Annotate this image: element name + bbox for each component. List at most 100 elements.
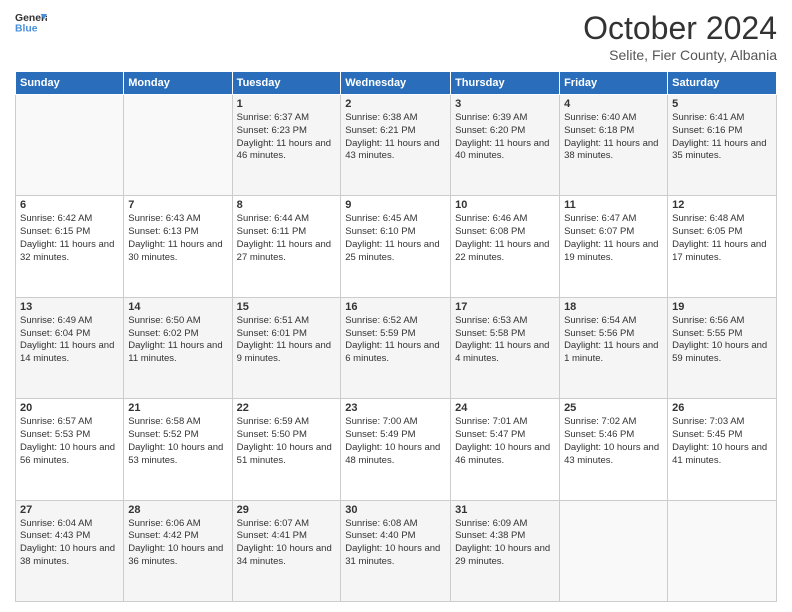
day-number: 14 xyxy=(128,301,227,313)
calendar-cell: 11 Sunrise: 6:47 AM Sunset: 6:07 PM Dayli… xyxy=(560,196,668,297)
week-row-2: 6 Sunrise: 6:42 AM Sunset: 6:15 PM Daylig… xyxy=(16,196,777,297)
page: General Blue October 2024 Selite, Fier C… xyxy=(0,0,792,612)
day-number: 17 xyxy=(455,301,555,313)
day-number: 6 xyxy=(20,199,119,211)
month-title: October 2024 xyxy=(583,10,777,47)
day-header-thursday: Thursday xyxy=(451,72,560,95)
day-number: 16 xyxy=(345,301,446,313)
day-number: 7 xyxy=(128,199,227,211)
calendar-cell xyxy=(668,500,777,601)
svg-text:Blue: Blue xyxy=(15,24,38,35)
day-info: Sunrise: 6:07 AM Sunset: 4:41 PM Dayligh… xyxy=(237,518,337,569)
day-info: Sunrise: 6:53 AM Sunset: 5:58 PM Dayligh… xyxy=(455,315,555,366)
day-number: 27 xyxy=(20,504,119,516)
day-number: 18 xyxy=(564,301,663,313)
calendar-cell: 7 Sunrise: 6:43 AM Sunset: 6:13 PM Daylig… xyxy=(124,196,232,297)
day-info: Sunrise: 7:02 AM Sunset: 5:46 PM Dayligh… xyxy=(564,416,663,467)
calendar-cell: 8Sunrise: 6:44 AM Sunset: 6:11 PM Daylig… xyxy=(232,196,341,297)
calendar-cell xyxy=(16,95,124,196)
calendar-cell: 30Sunrise: 6:08 AM Sunset: 4:40 PM Dayli… xyxy=(341,500,451,601)
day-number: 21 xyxy=(128,402,227,414)
day-number: 31 xyxy=(455,504,555,516)
calendar-cell: 28Sunrise: 6:06 AM Sunset: 4:42 PM Dayli… xyxy=(124,500,232,601)
day-info: Sunrise: 6:44 AM Sunset: 6:11 PM Dayligh… xyxy=(237,213,337,264)
day-info: Sunrise: 6:47 AM Sunset: 6:07 PM Dayligh… xyxy=(564,213,663,264)
day-info: Sunrise: 6:56 AM Sunset: 5:55 PM Dayligh… xyxy=(672,315,772,366)
title-area: October 2024 Selite, Fier County, Albani… xyxy=(583,10,777,63)
calendar-cell: 17 Sunrise: 6:53 AM Sunset: 5:58 PM Dayli… xyxy=(451,297,560,398)
day-number: 26 xyxy=(672,402,772,414)
calendar-cell: 4 Sunrise: 6:40 AM Sunset: 6:18 PM Daylig… xyxy=(560,95,668,196)
day-number: 25 xyxy=(564,402,663,414)
day-header-saturday: Saturday xyxy=(668,72,777,95)
day-number: 5 xyxy=(672,98,772,110)
day-info: Sunrise: 6:51 AM Sunset: 6:01 PM Dayligh… xyxy=(237,315,337,366)
calendar-cell: 3Sunrise: 6:39 AM Sunset: 6:20 PM Daylig… xyxy=(451,95,560,196)
day-number: 1 xyxy=(237,98,337,110)
day-info: Sunrise: 7:00 AM Sunset: 5:49 PM Dayligh… xyxy=(345,416,446,467)
calendar-cell: 6 Sunrise: 6:42 AM Sunset: 6:15 PM Daylig… xyxy=(16,196,124,297)
day-info: Sunrise: 6:09 AM Sunset: 4:38 PM Dayligh… xyxy=(455,518,555,569)
day-info: Sunrise: 6:59 AM Sunset: 5:50 PM Dayligh… xyxy=(237,416,337,467)
calendar-cell: 16 Sunrise: 6:52 AM Sunset: 5:59 PM Dayli… xyxy=(341,297,451,398)
calendar-cell: 21 Sunrise: 6:58 AM Sunset: 5:52 PM Dayli… xyxy=(124,399,232,500)
calendar-cell: 25 Sunrise: 7:02 AM Sunset: 5:46 PM Dayli… xyxy=(560,399,668,500)
day-header-sunday: Sunday xyxy=(16,72,124,95)
day-info: Sunrise: 6:57 AM Sunset: 5:53 PM Dayligh… xyxy=(20,416,119,467)
day-info: Sunrise: 6:37 AM Sunset: 6:23 PM Dayligh… xyxy=(237,112,337,163)
calendar-body: 1 Sunrise: 6:37 AM Sunset: 6:23 PM Daylig… xyxy=(16,95,777,602)
logo: General Blue xyxy=(15,10,47,38)
day-info: Sunrise: 6:46 AM Sunset: 6:08 PM Dayligh… xyxy=(455,213,555,264)
day-header-friday: Friday xyxy=(560,72,668,95)
day-number: 23 xyxy=(345,402,446,414)
week-row-1: 1 Sunrise: 6:37 AM Sunset: 6:23 PM Daylig… xyxy=(16,95,777,196)
day-info: Sunrise: 6:52 AM Sunset: 5:59 PM Dayligh… xyxy=(345,315,446,366)
calendar-table: SundayMondayTuesdayWednesdayThursdayFrid… xyxy=(15,71,777,602)
calendar-cell: 27 Sunrise: 6:04 AM Sunset: 4:43 PM Dayli… xyxy=(16,500,124,601)
day-info: Sunrise: 6:45 AM Sunset: 6:10 PM Dayligh… xyxy=(345,213,446,264)
day-number: 9 xyxy=(345,199,446,211)
week-row-4: 20Sunrise: 6:57 AM Sunset: 5:53 PM Dayli… xyxy=(16,399,777,500)
day-number: 4 xyxy=(564,98,663,110)
calendar-cell: 5 Sunrise: 6:41 AM Sunset: 6:16 PM Daylig… xyxy=(668,95,777,196)
week-row-5: 27 Sunrise: 6:04 AM Sunset: 4:43 PM Dayli… xyxy=(16,500,777,601)
day-header-monday: Monday xyxy=(124,72,232,95)
day-info: Sunrise: 6:43 AM Sunset: 6:13 PM Dayligh… xyxy=(128,213,227,264)
calendar-cell: 26 Sunrise: 7:03 AM Sunset: 5:45 PM Dayli… xyxy=(668,399,777,500)
day-number: 15 xyxy=(237,301,337,313)
day-info: Sunrise: 6:04 AM Sunset: 4:43 PM Dayligh… xyxy=(20,518,119,569)
header-row: SundayMondayTuesdayWednesdayThursdayFrid… xyxy=(16,72,777,95)
day-number: 24 xyxy=(455,402,555,414)
day-info: Sunrise: 7:03 AM Sunset: 5:45 PM Dayligh… xyxy=(672,416,772,467)
day-info: Sunrise: 6:41 AM Sunset: 6:16 PM Dayligh… xyxy=(672,112,772,163)
header: General Blue October 2024 Selite, Fier C… xyxy=(15,10,777,63)
day-info: Sunrise: 6:40 AM Sunset: 6:18 PM Dayligh… xyxy=(564,112,663,163)
calendar-cell: 10Sunrise: 6:46 AM Sunset: 6:08 PM Dayli… xyxy=(451,196,560,297)
day-info: Sunrise: 6:58 AM Sunset: 5:52 PM Dayligh… xyxy=(128,416,227,467)
calendar-cell: 23 Sunrise: 7:00 AM Sunset: 5:49 PM Dayli… xyxy=(341,399,451,500)
calendar-cell: 18 Sunrise: 6:54 AM Sunset: 5:56 PM Dayli… xyxy=(560,297,668,398)
day-header-tuesday: Tuesday xyxy=(232,72,341,95)
calendar-cell: 15 Sunrise: 6:51 AM Sunset: 6:01 PM Dayli… xyxy=(232,297,341,398)
day-info: Sunrise: 6:50 AM Sunset: 6:02 PM Dayligh… xyxy=(128,315,227,366)
day-number: 28 xyxy=(128,504,227,516)
day-number: 11 xyxy=(564,199,663,211)
day-header-wednesday: Wednesday xyxy=(341,72,451,95)
day-number: 22 xyxy=(237,402,337,414)
day-number: 29 xyxy=(237,504,337,516)
calendar-cell: 22 Sunrise: 6:59 AM Sunset: 5:50 PM Dayli… xyxy=(232,399,341,500)
calendar-cell: 19Sunrise: 6:56 AM Sunset: 5:55 PM Dayli… xyxy=(668,297,777,398)
calendar-cell: 13 Sunrise: 6:49 AM Sunset: 6:04 PM Dayli… xyxy=(16,297,124,398)
day-info: Sunrise: 6:49 AM Sunset: 6:04 PM Dayligh… xyxy=(20,315,119,366)
calendar-cell: 24 Sunrise: 7:01 AM Sunset: 5:47 PM Dayli… xyxy=(451,399,560,500)
calendar-cell: 12Sunrise: 6:48 AM Sunset: 6:05 PM Dayli… xyxy=(668,196,777,297)
calendar-cell xyxy=(560,500,668,601)
day-info: Sunrise: 6:54 AM Sunset: 5:56 PM Dayligh… xyxy=(564,315,663,366)
day-number: 30 xyxy=(345,504,446,516)
day-info: Sunrise: 7:01 AM Sunset: 5:47 PM Dayligh… xyxy=(455,416,555,467)
day-info: Sunrise: 6:48 AM Sunset: 6:05 PM Dayligh… xyxy=(672,213,772,264)
day-number: 13 xyxy=(20,301,119,313)
day-info: Sunrise: 6:42 AM Sunset: 6:15 PM Dayligh… xyxy=(20,213,119,264)
calendar-cell: 1 Sunrise: 6:37 AM Sunset: 6:23 PM Daylig… xyxy=(232,95,341,196)
location-subtitle: Selite, Fier County, Albania xyxy=(583,47,777,63)
